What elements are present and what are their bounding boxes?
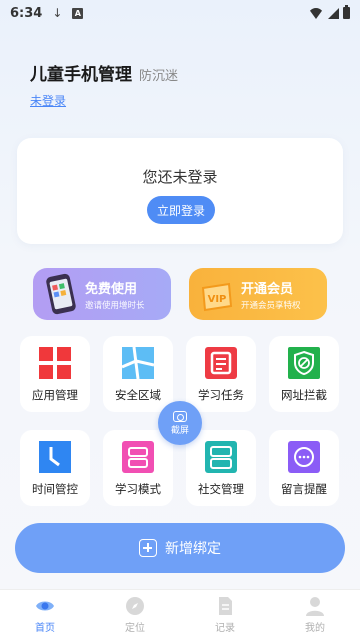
feature-label: 学习任务	[198, 388, 244, 402]
app-grid-icon	[39, 347, 71, 379]
study-mode-icon	[122, 441, 154, 473]
status-bar: 6:34 ↓ A	[0, 0, 360, 26]
feature-label: 网址拦截	[281, 388, 327, 402]
feature-label: 社交管理	[198, 482, 244, 496]
feature-study-mode[interactable]: 学习模式	[103, 430, 173, 506]
free-use-desc: 邀请使用增时长	[85, 300, 145, 311]
camera-icon	[173, 410, 187, 422]
tab-label: 记录	[215, 622, 235, 634]
login-prompt: 您还未登录	[142, 168, 218, 186]
tab-label: 我的	[305, 622, 325, 634]
tab-location[interactable]: 定位	[90, 590, 180, 639]
free-use-title: 免费使用	[85, 281, 138, 297]
feature-message-reminder[interactable]: 留言提醒	[269, 430, 339, 506]
feature-social-management[interactable]: 社交管理	[186, 430, 256, 506]
tab-label: 定位	[125, 622, 145, 634]
shield-block-icon	[288, 347, 320, 379]
add-binding-button[interactable]: 新增绑定	[15, 523, 345, 573]
record-icon	[215, 596, 235, 616]
feature-label: 时间管控	[32, 482, 78, 496]
feature-app-management[interactable]: 应用管理	[20, 336, 90, 412]
bottom-tab-bar: 首页 定位 记录 我的	[0, 589, 360, 639]
tab-records[interactable]: 记录	[180, 590, 270, 639]
screenshot-button[interactable]: 截屏	[158, 401, 202, 445]
feature-label: 留言提醒	[281, 482, 327, 496]
tab-label: 首页	[35, 622, 55, 634]
login-card: 您还未登录 立即登录	[17, 138, 343, 244]
feature-label: 学习模式	[115, 482, 161, 496]
feature-time-control[interactable]: 时间管控	[20, 430, 90, 506]
feature-label: 应用管理	[32, 388, 78, 402]
feature-study-tasks[interactable]: 学习任务	[186, 336, 256, 412]
login-button[interactable]: 立即登录	[147, 196, 215, 224]
wifi-icon	[308, 7, 324, 19]
compass-icon	[125, 596, 145, 616]
vip-title: 开通会员	[241, 281, 294, 297]
vip-card[interactable]: VIP 开通会员 开通会员享特权	[189, 268, 327, 320]
feature-label: 安全区域	[115, 388, 161, 402]
screenshot-label: 截屏	[170, 425, 189, 436]
app-subtitle: 防沉迷	[139, 69, 179, 84]
header: 儿童手机管理 防沉迷	[30, 60, 178, 85]
feature-safe-area[interactable]: 安全区域	[103, 336, 173, 412]
battery-icon	[343, 5, 350, 19]
phone-icon	[41, 272, 79, 316]
tab-home[interactable]: 首页	[0, 590, 90, 639]
clock-icon	[39, 441, 71, 473]
task-doc-icon	[205, 347, 237, 379]
vip-icon: VIP	[197, 272, 235, 316]
user-icon	[305, 596, 325, 616]
map-area-icon	[121, 346, 155, 380]
status-time: 6:34	[10, 5, 43, 21]
add-binding-label: 新增绑定	[165, 541, 221, 557]
signal-icon	[328, 7, 339, 19]
eye-icon	[35, 596, 55, 616]
free-use-card[interactable]: 免费使用 邀请使用增时长	[33, 268, 171, 320]
tab-mine[interactable]: 我的	[270, 590, 360, 639]
social-icon	[205, 441, 237, 473]
notification-icon: A	[72, 7, 84, 19]
plus-icon	[139, 539, 157, 557]
message-icon	[288, 441, 320, 473]
app-title: 儿童手机管理	[30, 65, 132, 85]
feature-url-block[interactable]: 网址拦截	[269, 336, 339, 412]
download-icon: ↓	[52, 6, 63, 20]
svg-text:VIP: VIP	[208, 294, 227, 305]
vip-desc: 开通会员享特权	[241, 300, 301, 311]
login-status-link[interactable]: 未登录	[30, 92, 66, 109]
